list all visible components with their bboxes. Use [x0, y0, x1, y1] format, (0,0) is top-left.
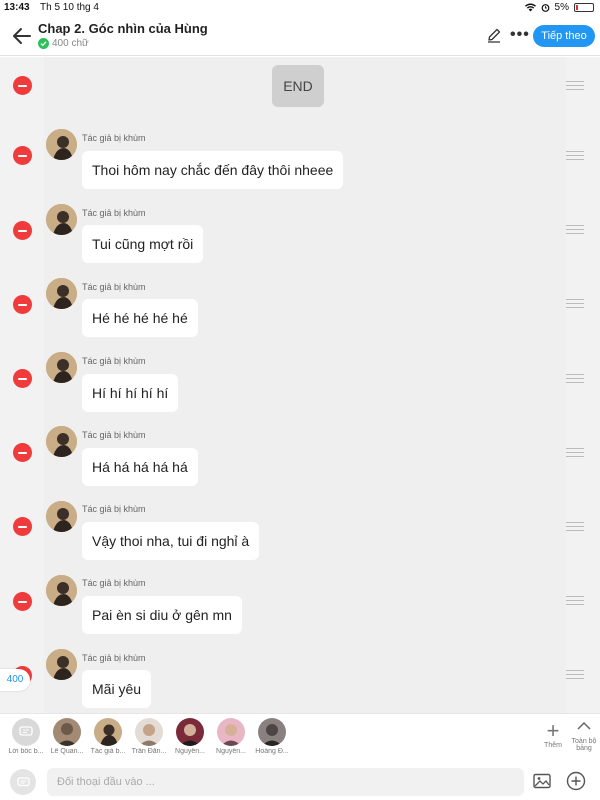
avatar[interactable] [46, 575, 77, 606]
delete-message-icon[interactable] [13, 76, 32, 95]
message-author: Tác giả bị khùm [82, 282, 146, 292]
character-name: Hoàng Đ... [255, 748, 289, 755]
delete-message-icon[interactable] [13, 592, 32, 611]
character-bar: Lời bốc b... Lê Quan... Tác giả b... Trầ… [0, 713, 600, 763]
chapter-title: Chap 2. Góc nhìn của Hùng [38, 21, 208, 36]
add-circle-icon[interactable] [566, 771, 586, 791]
avatar [53, 718, 81, 746]
message-author: Tác giả bị khùm [82, 208, 146, 218]
message-author: Tác giả bị khùm [82, 504, 146, 514]
drag-handle-icon[interactable] [566, 374, 584, 384]
status-right: 5% [524, 2, 594, 13]
status-date: Th 5 10 thg 4 [40, 2, 99, 13]
battery-percent: 5% [554, 2, 569, 13]
more-options-icon[interactable]: ••• [510, 26, 530, 44]
end-marker[interactable]: END [272, 65, 324, 107]
battery-icon [574, 3, 594, 12]
drag-handle-icon[interactable] [566, 596, 584, 606]
character-item[interactable]: Tác giả b... [88, 718, 128, 755]
avatar [135, 718, 163, 746]
character-item[interactable]: Nguyễn... [211, 718, 251, 755]
message-bubble[interactable]: Há há há há há [82, 448, 198, 486]
message-author: Tác giả bị khùm [82, 430, 146, 440]
drag-handle-icon[interactable] [566, 225, 584, 235]
message-bubble[interactable]: Pai èn si diu ở gên mn [82, 596, 242, 634]
message-author: Tác giả bị khùm [82, 653, 146, 663]
avatar[interactable] [46, 278, 77, 309]
status-time: 13:43 [4, 2, 30, 13]
check-icon [38, 38, 49, 49]
avatar[interactable] [46, 501, 77, 532]
add-character-button[interactable]: + Thêm [540, 718, 566, 750]
pencil-icon[interactable] [486, 27, 502, 43]
image-icon[interactable] [533, 773, 551, 789]
avatar [176, 718, 204, 746]
avatar [217, 718, 245, 746]
character-narrator[interactable]: Lời bốc b... [6, 718, 46, 755]
header-bar: Chap 2. Góc nhìn của Hùng 400 chữ ••• Ti… [0, 16, 600, 56]
character-item[interactable]: Nguyễn... [170, 718, 210, 755]
alarm-icon [541, 4, 549, 12]
narrator-toggle-icon[interactable] [10, 769, 36, 795]
drag-handle-icon[interactable] [566, 151, 584, 161]
avatar [258, 718, 286, 746]
message-bubble[interactable]: Vậy thoi nha, tui đi nghỉ à [82, 522, 260, 560]
drag-handle-icon[interactable] [566, 522, 584, 532]
avatar[interactable] [46, 649, 77, 680]
character-name: Tác giả b... [90, 748, 126, 755]
back-arrow-icon[interactable] [10, 24, 34, 48]
delete-message-icon[interactable] [13, 295, 32, 314]
input-bar: Đối thoại đầu vào ... [0, 763, 600, 800]
wifi-icon [524, 3, 536, 12]
character-name: Nguyễn... [175, 748, 205, 755]
chevron-up-icon [577, 721, 591, 730]
message-bubble[interactable]: Thoi hôm nay chắc đến đây thôi nheee [82, 151, 344, 189]
avatar[interactable] [46, 129, 77, 160]
drag-handle-icon[interactable] [566, 81, 584, 91]
chat-area[interactable]: END Tác giả bị khùm Thoi hôm nay chắc đế… [0, 57, 600, 713]
delete-message-icon[interactable] [13, 221, 32, 240]
character-name: Trần Đăn... [131, 748, 167, 755]
message-author: Tác giả bị khùm [82, 356, 146, 366]
message-bubble[interactable]: Mãi yêu [82, 670, 152, 708]
avatar [94, 718, 122, 746]
message-author: Tác giả bị khùm [82, 578, 146, 588]
character-name: Lời bốc b... [8, 748, 44, 755]
delete-message-icon[interactable] [13, 146, 32, 165]
character-item[interactable]: Hoàng Đ... [252, 718, 292, 755]
character-item[interactable]: Trần Đăn... [129, 718, 169, 755]
delete-message-icon[interactable] [13, 443, 32, 462]
drag-handle-icon[interactable] [566, 299, 584, 309]
full-screen-button[interactable]: Toàn bộ bảng [568, 720, 600, 752]
dialogue-input[interactable]: Đối thoại đầu vào ... [47, 768, 524, 796]
word-count: 400 chữ [38, 38, 89, 49]
word-count-label: 400 chữ [52, 38, 89, 49]
character-item[interactable]: Lê Quan... [47, 718, 87, 755]
avatar[interactable] [46, 426, 77, 457]
message-bubble[interactable]: Hé hé hé hé hé [82, 299, 198, 337]
drag-handle-icon[interactable] [566, 448, 584, 458]
avatar[interactable] [46, 204, 77, 235]
delete-message-icon[interactable] [13, 517, 32, 536]
narrator-icon [12, 718, 40, 746]
delete-message-icon[interactable] [13, 369, 32, 388]
character-name: Nguyễn... [216, 748, 246, 755]
message-bubble[interactable]: Tui cũng mợt rồi [82, 225, 204, 263]
avatar[interactable] [46, 352, 77, 383]
full-screen-label: Toàn bộ bảng [571, 738, 597, 752]
drag-handle-icon[interactable] [566, 670, 584, 680]
message-author: Tác giả bị khùm [82, 133, 146, 143]
add-character-label: Thêm [544, 742, 562, 749]
next-chapter-button[interactable]: Tiếp theo [533, 25, 595, 47]
message-bubble[interactable]: Hí hí hí hí hí [82, 374, 179, 412]
plus-icon: + [546, 718, 560, 743]
character-name: Lê Quan... [50, 748, 84, 755]
word-count-badge[interactable]: 400 [0, 669, 30, 691]
status-bar: 13:43 Th 5 10 thg 4 5% [0, 0, 600, 16]
